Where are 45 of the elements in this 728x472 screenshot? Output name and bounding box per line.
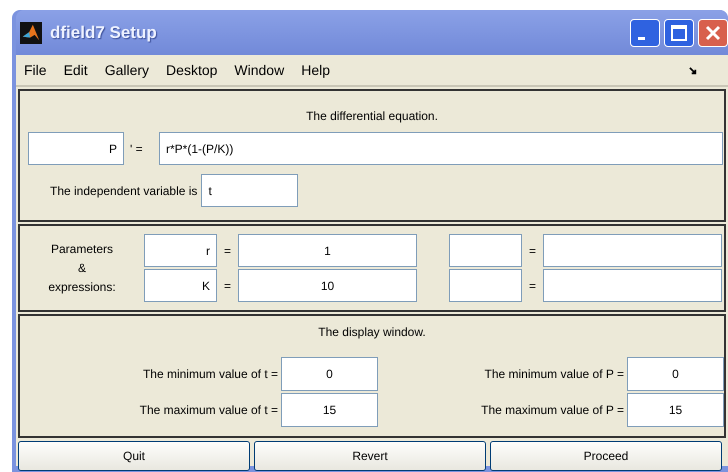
action-button[interactable]: Quit: [18, 441, 250, 471]
menu-item[interactable]: Gallery: [104, 62, 150, 78]
menu-item[interactable]: Help: [301, 62, 330, 78]
equals-sign: =: [528, 278, 538, 292]
equals-sign: =: [223, 278, 232, 292]
panel-heading: The display window.: [317, 325, 427, 339]
range-label: The minimum value of t =: [142, 367, 278, 381]
parameter-name-field[interactable]: [449, 234, 522, 267]
minimize-button[interactable]: [630, 18, 660, 46]
maximize-button[interactable]: [664, 18, 694, 46]
variable-field[interactable]: P: [28, 132, 124, 165]
parameter-value-field[interactable]: [543, 234, 722, 267]
parameters-label: Parameters & expressions:: [47, 240, 117, 296]
independent-variable-field[interactable]: t: [201, 174, 298, 207]
range-field[interactable]: 15: [281, 393, 378, 427]
menu-item[interactable]: Edit: [64, 62, 88, 78]
equals-sign: =: [528, 244, 538, 258]
menu-item[interactable]: Window: [234, 62, 284, 78]
minimize-icon: [638, 37, 644, 40]
menu-item[interactable]: File: [24, 62, 47, 78]
prime-label: ' =: [129, 142, 144, 156]
arrow-icon[interactable]: [689, 67, 698, 76]
range-field[interactable]: 0: [281, 357, 378, 391]
close-button[interactable]: [698, 18, 728, 46]
window-title: dfield7 Setup: [50, 22, 157, 42]
parameter-value-field[interactable]: [543, 269, 722, 302]
maximize-icon: [669, 22, 689, 42]
range-field[interactable]: 0: [627, 357, 724, 391]
parameter-value-field[interactable]: 1: [238, 234, 417, 267]
parameter-value-field[interactable]: 10: [238, 269, 417, 302]
action-button[interactable]: Proceed: [490, 441, 722, 471]
range-label: The maximum value of P =: [481, 403, 624, 417]
parameter-name-field[interactable]: [449, 269, 522, 302]
range-label: The maximum value of t =: [140, 403, 278, 417]
parameter-name-field[interactable]: K: [144, 269, 217, 302]
expression-field[interactable]: r*P*(1-(P/K)): [159, 132, 723, 165]
menu-item[interactable]: Desktop: [166, 62, 218, 78]
independent-variable-label: The independent variable is: [50, 184, 198, 198]
app-icon: [20, 22, 42, 44]
range-label: The minimum value of P =: [484, 367, 624, 381]
range-field[interactable]: 15: [627, 393, 724, 427]
panel-heading: The differential equation.: [305, 109, 439, 123]
parameter-name-field[interactable]: r: [144, 234, 217, 267]
equals-sign: =: [223, 244, 232, 258]
action-button[interactable]: Revert: [254, 441, 486, 471]
